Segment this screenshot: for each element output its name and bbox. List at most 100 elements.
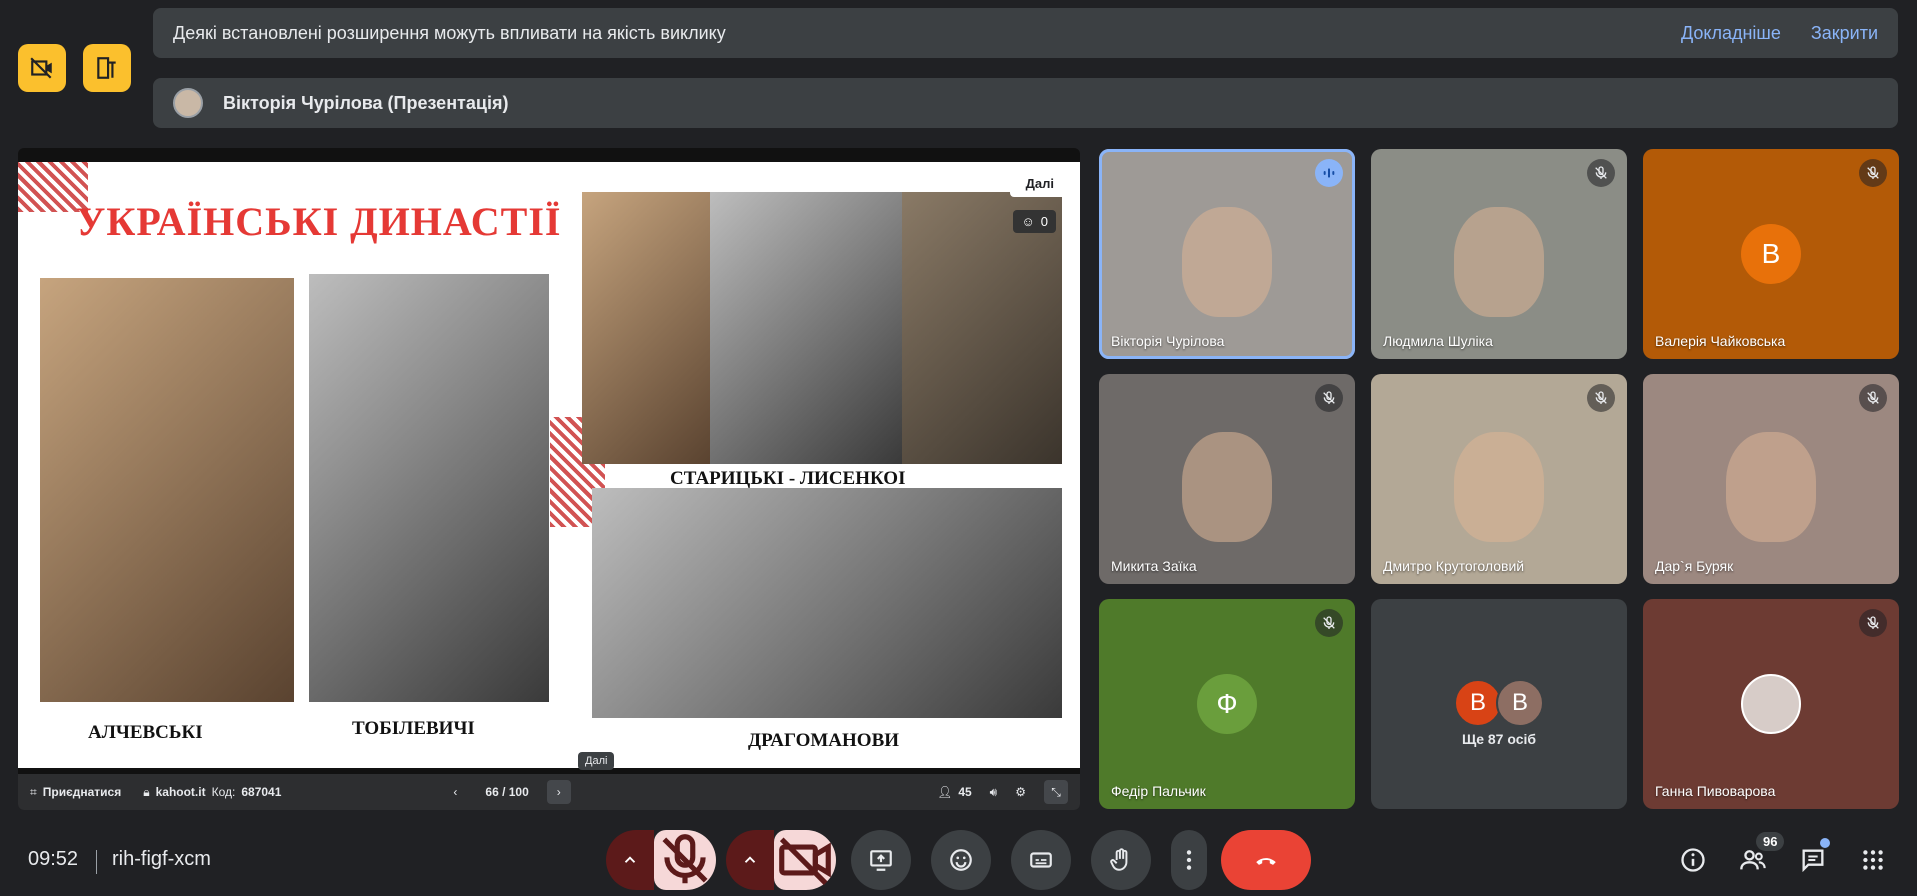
next-slide-button[interactable]: › bbox=[546, 780, 571, 804]
participant-name: Дмитро Крутоголовий bbox=[1383, 558, 1525, 574]
participant-tile[interactable]: Дмитро Крутоголовий bbox=[1371, 374, 1627, 584]
kahoot-site: kahoot.it bbox=[155, 785, 206, 799]
participant-name: Микита Заїка bbox=[1111, 558, 1197, 574]
mic-options-button[interactable] bbox=[606, 830, 654, 890]
more-avatars: ВВ bbox=[1454, 678, 1544, 727]
people-button[interactable] bbox=[1737, 844, 1769, 876]
mic-muted-icon bbox=[1315, 609, 1343, 637]
mic-muted-icon bbox=[1587, 384, 1615, 412]
participant-avatar: Ф bbox=[1197, 674, 1257, 734]
participant-video bbox=[1454, 207, 1544, 318]
participant-tile[interactable]: Людмила Шуліка bbox=[1371, 149, 1627, 359]
photo-tobilevychi bbox=[309, 274, 549, 702]
code-value: 687041 bbox=[241, 785, 282, 799]
presenter-avatar bbox=[173, 88, 203, 118]
prev-slide-button[interactable]: ‹ bbox=[443, 780, 467, 804]
slide-title: УКРАЇНСЬКІ ДИНАСТІЇ bbox=[76, 199, 562, 244]
meet-app: Деякі встановлені розширення можуть впли… bbox=[0, 0, 1917, 896]
participant-avatar: В bbox=[1454, 678, 1502, 727]
mic-muted-icon bbox=[1587, 159, 1615, 187]
camera-options-button[interactable] bbox=[726, 830, 774, 890]
participant-video bbox=[1182, 207, 1272, 318]
captions-icon bbox=[1030, 852, 1052, 868]
lock-icon: 🔒︎ bbox=[143, 784, 150, 799]
chat-icon bbox=[1802, 849, 1824, 873]
person-icon: 👤︎ bbox=[937, 785, 953, 799]
extension-warning-banner: Деякі встановлені розширення можуть впли… bbox=[153, 8, 1898, 58]
slide-controls: ⌗ Приєднатися 🔒︎ kahoot.it Код: 687041 ‹… bbox=[18, 774, 1080, 810]
extension-button-1[interactable] bbox=[18, 44, 66, 92]
participant-tile[interactable]: Ганна Пивоварова bbox=[1643, 599, 1899, 809]
present-screen-icon bbox=[870, 850, 892, 871]
caption-drahomanovy: ДРАГОМАНОВИ bbox=[748, 730, 900, 751]
meeting-info-button[interactable] bbox=[1677, 844, 1709, 876]
photo-starytski-2 bbox=[710, 192, 902, 464]
chat-button[interactable] bbox=[1797, 844, 1829, 876]
hand-icon bbox=[1110, 848, 1128, 871]
participant-tile[interactable]: Дар`я Буряк bbox=[1643, 374, 1899, 584]
participant-name: Дар`я Буряк bbox=[1655, 558, 1734, 574]
clock: 09:52 bbox=[28, 848, 79, 870]
info-icon bbox=[1681, 848, 1705, 872]
participant-avatar: В bbox=[1741, 224, 1801, 284]
participant-tile[interactable]: Микита Заїка bbox=[1099, 374, 1355, 584]
mic-muted-icon bbox=[1315, 384, 1343, 412]
activities-button[interactable] bbox=[1857, 844, 1889, 876]
presentation-area: УКРАЇНСЬКІ ДИНАСТІЇ АЛЧЕВСЬКІ ТОБІЛЕВИЧІ… bbox=[18, 148, 1080, 810]
presenter-bar: Вікторія Чурілова (Презентація) bbox=[153, 78, 1898, 128]
close-banner-button[interactable]: Закрити bbox=[1811, 23, 1878, 44]
photo-starytski-1 bbox=[582, 192, 710, 464]
participant-avatar bbox=[1741, 674, 1801, 734]
chevron-up-icon bbox=[624, 856, 636, 863]
settings-gear-icon[interactable]: ⚙ bbox=[1015, 785, 1026, 799]
layout-icon bbox=[97, 57, 116, 79]
more-vert-icon bbox=[1186, 850, 1192, 870]
caption-alchevski: АЛЧЕВСЬКІ bbox=[88, 722, 203, 743]
participant-name: Людмила Шуліка bbox=[1383, 333, 1493, 349]
reactions-counter: ☺ 0 bbox=[1013, 210, 1056, 233]
learn-more-link[interactable]: Докладніше bbox=[1681, 23, 1781, 44]
banner-message: Деякі встановлені розширення можуть впли… bbox=[173, 22, 726, 43]
camera-control bbox=[726, 830, 836, 890]
participant-tile[interactable]: Ф Федір Пальчик bbox=[1099, 599, 1355, 809]
slide-next-chip[interactable]: Далі bbox=[1009, 170, 1070, 197]
next-tooltip: Далі bbox=[578, 752, 615, 770]
presentation-slide: УКРАЇНСЬКІ ДИНАСТІЇ АЛЧЕВСЬКІ ТОБІЛЕВИЧІ… bbox=[18, 162, 1080, 768]
chevron-up-icon bbox=[744, 856, 756, 863]
join-label[interactable]: Приєднатися bbox=[43, 785, 121, 799]
slide-page-indicator: 66 / 100 bbox=[485, 785, 529, 799]
hang-up-icon bbox=[1256, 858, 1276, 865]
camera-toggle-button[interactable] bbox=[774, 830, 836, 890]
leave-call-button[interactable] bbox=[1221, 830, 1311, 890]
participant-video bbox=[1454, 432, 1544, 543]
participants-count: 45 bbox=[958, 785, 972, 799]
camera-off-icon bbox=[779, 837, 831, 886]
participant-avatar: В bbox=[1496, 678, 1544, 727]
participant-tile[interactable]: В Валерія Чайковська bbox=[1643, 149, 1899, 359]
reactions-button[interactable] bbox=[931, 830, 991, 890]
raise-hand-button[interactable] bbox=[1091, 830, 1151, 890]
mic-toggle-button[interactable] bbox=[654, 830, 716, 890]
caption-starytski-lysenko: СТАРИЦЬКІ - ЛИСЕНКОІ bbox=[670, 468, 906, 489]
participant-name: Валерія Чайковська bbox=[1655, 333, 1786, 349]
exit-fullscreen-icon[interactable]: ⤡ bbox=[1044, 780, 1068, 804]
more-participants-tile[interactable]: В В Ще 87 осіб bbox=[1371, 599, 1627, 809]
apps-grid-icon bbox=[1863, 850, 1883, 870]
captions-button[interactable] bbox=[1011, 830, 1071, 890]
photo-alchevski bbox=[40, 278, 294, 702]
more-participants-label: Ще 87 осіб bbox=[1461, 731, 1537, 748]
reactions-count: 0 bbox=[1040, 214, 1048, 229]
more-options-button[interactable] bbox=[1171, 830, 1207, 890]
participant-video bbox=[1182, 432, 1272, 543]
people-icon bbox=[1740, 850, 1766, 870]
volume-icon[interactable]: 🔊︎ bbox=[990, 785, 998, 800]
participant-video bbox=[1726, 432, 1816, 543]
divider bbox=[96, 850, 97, 874]
participant-tile[interactable]: Вікторія Чурілова bbox=[1099, 149, 1355, 359]
reaction-icon: ☺ bbox=[1021, 214, 1035, 229]
extension-button-2[interactable] bbox=[83, 44, 131, 92]
caption-tobilevychi: ТОБІЛЕВИЧІ bbox=[352, 718, 475, 739]
present-screen-button[interactable] bbox=[851, 830, 911, 890]
mic-muted-icon bbox=[1859, 159, 1887, 187]
camera-off-icon bbox=[30, 57, 52, 79]
